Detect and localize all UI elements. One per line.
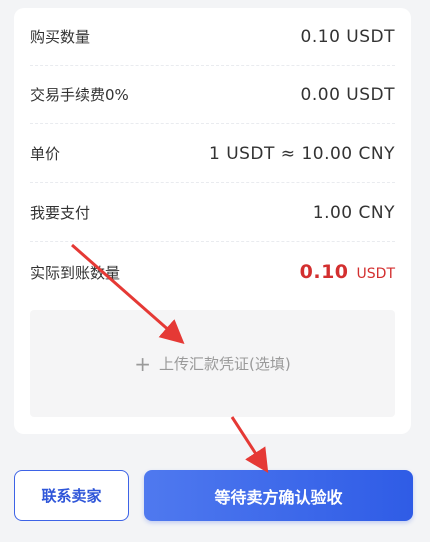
received-amount-value: 0.10 USDT <box>300 261 395 283</box>
received-amount-label: 实际到账数量 <box>30 263 121 282</box>
unit-price-row: 单价 1 USDT ≈ 10.00 CNY <box>30 125 395 183</box>
await-seller-confirm-button[interactable]: 等待卖方确认验收 <box>144 470 413 521</box>
payment-label: 我要支付 <box>30 204 91 222</box>
fee-row: 交易手续费0% 0.00 USDT <box>30 66 395 124</box>
order-summary-card: 购买数量 0.10 USDT 交易手续费0% 0.00 USDT 单价 1 US… <box>14 8 411 434</box>
received-amount-row: 实际到账数量 0.10 USDT <box>30 243 395 301</box>
upload-receipt-label: 上传汇款凭证(选填) <box>159 355 291 373</box>
received-amount-unit: USDT <box>356 266 395 282</box>
purchase-quantity-label: 购买数量 <box>30 28 91 46</box>
fee-value: 0.00 USDT <box>300 84 395 105</box>
unit-price-value: 1 USDT ≈ 10.00 CNY <box>208 143 395 164</box>
purchase-quantity-value: 0.10 USDT <box>300 26 395 47</box>
contact-seller-button[interactable]: 联系卖家 <box>14 470 129 521</box>
unit-price-label: 单价 <box>30 145 61 163</box>
payment-value: 1.00 CNY <box>312 202 395 223</box>
received-amount-number: 0.10 <box>299 261 349 283</box>
payment-row: 我要支付 1.00 CNY <box>30 184 395 242</box>
fee-label: 交易手续费0% <box>30 86 129 104</box>
upload-receipt-area[interactable]: + 上传汇款凭证(选填) <box>30 310 395 417</box>
plus-icon: + <box>134 351 152 376</box>
purchase-quantity-row: 购买数量 0.10 USDT <box>30 8 395 66</box>
